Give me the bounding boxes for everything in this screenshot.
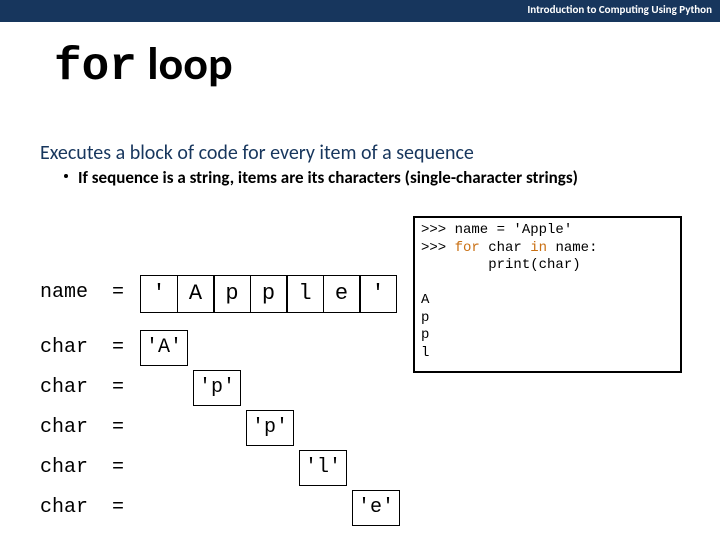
bullet-text: If sequence is a string, items are its c… bbox=[78, 167, 578, 188]
equals-sign: = bbox=[112, 416, 124, 439]
string-cell: e bbox=[323, 275, 361, 313]
string-cell: ' bbox=[359, 275, 397, 313]
code-line-1: >>> name = 'Apple' bbox=[421, 222, 572, 238]
var-label-char: char bbox=[40, 376, 88, 399]
char-value-cell: 'e' bbox=[352, 490, 400, 526]
var-label-char: char bbox=[40, 496, 88, 519]
code-line-2e: name: bbox=[547, 240, 597, 256]
var-label-char: char bbox=[40, 416, 88, 439]
keyword-in: in bbox=[530, 240, 547, 256]
var-label-char: char bbox=[40, 456, 88, 479]
slide: Introduction to Computing Using Python f… bbox=[0, 0, 720, 540]
name-row: name = 'Apple' bbox=[40, 275, 720, 315]
code-line-2a: >>> bbox=[421, 240, 455, 256]
char-row: char = 'A' bbox=[40, 330, 720, 370]
char-value-cell: 'p' bbox=[193, 370, 241, 406]
var-label-name: name bbox=[40, 281, 88, 304]
slide-title: for loop bbox=[54, 36, 233, 93]
bullet-dot-icon bbox=[64, 174, 68, 178]
char-row: char = 'l' bbox=[40, 450, 720, 490]
code-line-2c: char bbox=[480, 240, 530, 256]
description: Executes a block of code for every item … bbox=[40, 141, 474, 165]
keyword-for: for bbox=[455, 240, 480, 256]
string-cell: l bbox=[286, 275, 324, 313]
bullet-item: If sequence is a string, items are its c… bbox=[78, 167, 578, 188]
string-cells: 'Apple' bbox=[140, 275, 397, 313]
equals-sign: = bbox=[112, 496, 124, 519]
string-cell: p bbox=[250, 275, 288, 313]
code-line-3: print(char) bbox=[421, 257, 581, 273]
title-rest: loop bbox=[137, 36, 233, 92]
char-row: char = 'p' bbox=[40, 370, 720, 410]
string-cell: A bbox=[177, 275, 215, 313]
char-row: char = 'p' bbox=[40, 410, 720, 450]
string-cell: ' bbox=[140, 275, 178, 313]
char-value-cell: 'l' bbox=[299, 450, 347, 486]
string-cell: p bbox=[213, 275, 251, 313]
top-bar: Introduction to Computing Using Python bbox=[0, 0, 720, 22]
equals-sign: = bbox=[112, 336, 124, 359]
char-value-cell: 'p' bbox=[246, 410, 294, 446]
equals-sign: = bbox=[112, 456, 124, 479]
char-value-cell: 'A' bbox=[140, 330, 188, 366]
var-label-char: char bbox=[40, 336, 88, 359]
equals-sign: = bbox=[112, 376, 124, 399]
book-title: Introduction to Computing Using Python bbox=[527, 3, 712, 16]
char-row: char = 'e' bbox=[40, 490, 720, 530]
title-code: for bbox=[54, 41, 137, 93]
equals-sign: = bbox=[112, 281, 124, 304]
